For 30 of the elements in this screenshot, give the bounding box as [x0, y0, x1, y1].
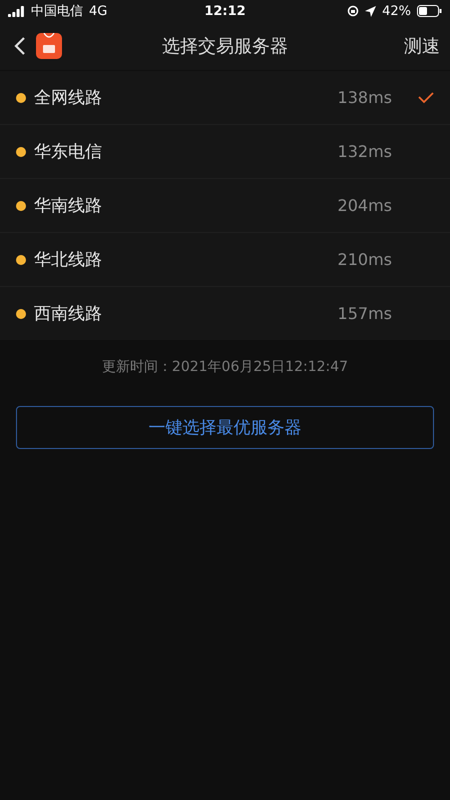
server-row[interactable]: 西南线路 157ms [0, 286, 450, 340]
battery-percent: 42% [382, 4, 412, 18]
server-row[interactable]: 华北线路 210ms [0, 232, 450, 286]
speed-test-button[interactable]: 测速 [404, 34, 440, 58]
carrier-name: 中国电信 [31, 3, 83, 20]
back-icon[interactable] [14, 36, 26, 56]
update-time: 更新时间：2021年06月25日12:12:47 [102, 359, 348, 375]
latency-value: 132ms [338, 142, 392, 161]
server-row[interactable]: 华东电信 132ms [0, 124, 450, 178]
optimal-server-button[interactable]: 一键选择最优服务器 [16, 406, 434, 449]
latency-value: 204ms [338, 196, 392, 215]
server-name: 全网线路 [34, 87, 102, 109]
latency-value: 138ms [338, 88, 392, 107]
page-title: 选择交易服务器 [162, 36, 288, 57]
rotation-lock-icon [347, 5, 360, 17]
latency-value: 157ms [338, 304, 392, 323]
network-type: 4G [89, 4, 108, 18]
app-logo-icon [36, 33, 62, 59]
server-name: 西南线路 [34, 303, 102, 325]
status-time: 12:12 [204, 4, 246, 18]
server-name: 华北线路 [34, 249, 102, 271]
server-row[interactable]: 华南线路 204ms [0, 178, 450, 232]
signal-icon [8, 6, 25, 16]
server-name: 华南线路 [34, 195, 102, 217]
battery-icon [417, 5, 442, 17]
server-row[interactable]: 全网线路 138ms [0, 70, 450, 124]
latency-value: 210ms [338, 250, 392, 269]
location-arrow-icon [365, 6, 376, 16]
checkmark-icon [418, 92, 434, 104]
server-name: 华东电信 [34, 141, 102, 163]
